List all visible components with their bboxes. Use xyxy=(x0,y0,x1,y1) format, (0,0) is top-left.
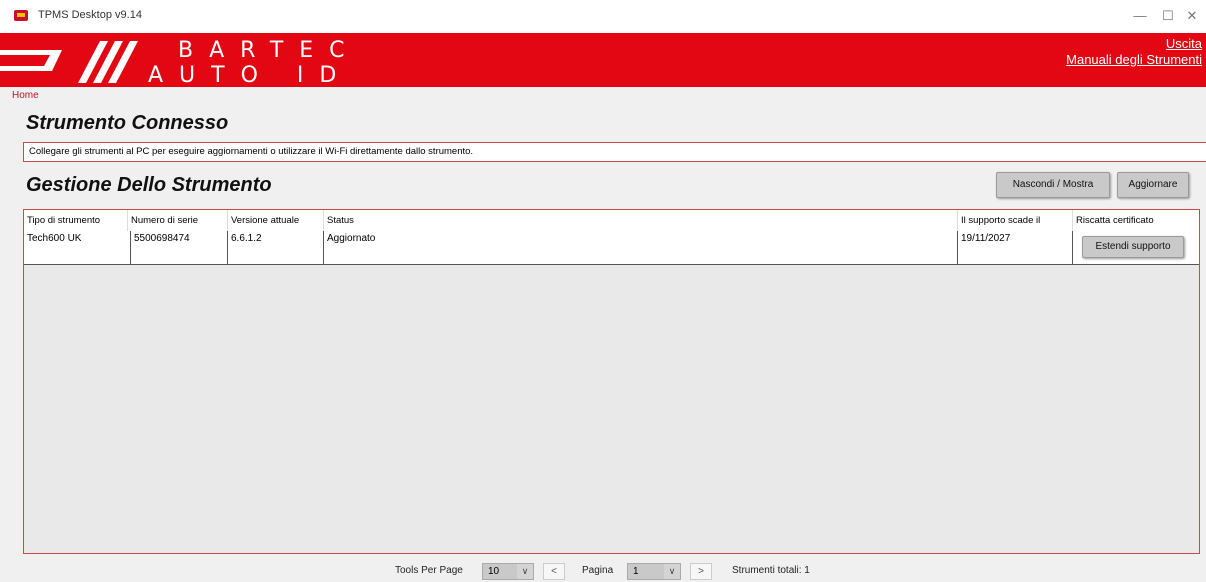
window-title: TPMS Desktop v9.14 xyxy=(38,9,142,21)
page-label: Pagina xyxy=(582,565,614,576)
minimize-icon[interactable]: — xyxy=(1126,6,1154,26)
column-header[interactable]: Versione attuale xyxy=(228,210,324,231)
app-icon xyxy=(14,10,28,21)
per-page-label: Tools Per Page xyxy=(395,565,463,576)
logout-link[interactable]: Uscita xyxy=(1166,36,1202,51)
next-page-button[interactable]: > xyxy=(690,563,712,580)
page-value: 1 xyxy=(633,566,639,577)
column-header[interactable]: Tipo di strumento xyxy=(24,210,128,231)
page-select[interactable]: 1 ∨ xyxy=(627,563,681,580)
total-tools-label: Strumenti totali: 1 xyxy=(732,565,810,576)
close-icon[interactable]: ✕ xyxy=(1178,6,1206,26)
table-header: Tipo di strumento Numero di serie Versio… xyxy=(24,210,1199,231)
column-header[interactable]: Numero di serie xyxy=(128,210,228,231)
chevron-down-icon: ∨ xyxy=(517,564,533,579)
extend-support-button[interactable]: Estendi supporto xyxy=(1082,236,1184,258)
cell-expires: 19/11/2027 xyxy=(958,231,1073,264)
refresh-button[interactable]: Aggiornare xyxy=(1117,172,1189,198)
toggle-button[interactable]: Nascondi / Mostra xyxy=(996,172,1110,198)
cell-type: Tech600 UK xyxy=(24,231,131,264)
cell-status: Aggiornato xyxy=(324,231,958,264)
cell-action: Estendi supporto xyxy=(1073,231,1199,264)
connected-title: Strumento Connesso xyxy=(26,112,229,134)
chevron-down-icon: ∨ xyxy=(664,564,680,579)
manuals-link[interactable]: Manuali degli Strumenti xyxy=(1066,52,1202,67)
bartec-logo: BARTEC AUTO ID xyxy=(0,38,361,87)
breadcrumb-home[interactable]: Home xyxy=(12,90,39,101)
table-row[interactable]: Tech600 UK 5500698474 6.6.1.2 Aggiornato… xyxy=(24,231,1199,265)
cell-serial: 5500698474 xyxy=(131,231,228,264)
column-header[interactable]: Il supporto scade il xyxy=(958,210,1073,231)
header-banner: BARTEC AUTO ID Uscita Manuali degli Stru… xyxy=(0,33,1206,87)
brand-line1: BARTEC xyxy=(178,38,361,63)
per-page-value: 10 xyxy=(488,566,500,577)
tools-table: Tipo di strumento Numero di serie Versio… xyxy=(23,209,1200,554)
prev-page-button[interactable]: < xyxy=(543,563,565,580)
column-header[interactable]: Riscatta certificato xyxy=(1073,210,1199,231)
brand-line2: AUTO ID xyxy=(148,63,352,87)
window-titlebar: TPMS Desktop v9.14 — ☐ ✕ xyxy=(0,0,1206,33)
connected-info: Collegare gli strumenti al PC per esegui… xyxy=(23,142,1206,162)
column-header[interactable]: Status xyxy=(324,210,958,231)
cell-version: 6.6.1.2 xyxy=(228,231,324,264)
per-page-select[interactable]: 10 ∨ xyxy=(482,563,534,580)
management-title: Gestione Dello Strumento xyxy=(26,174,272,196)
